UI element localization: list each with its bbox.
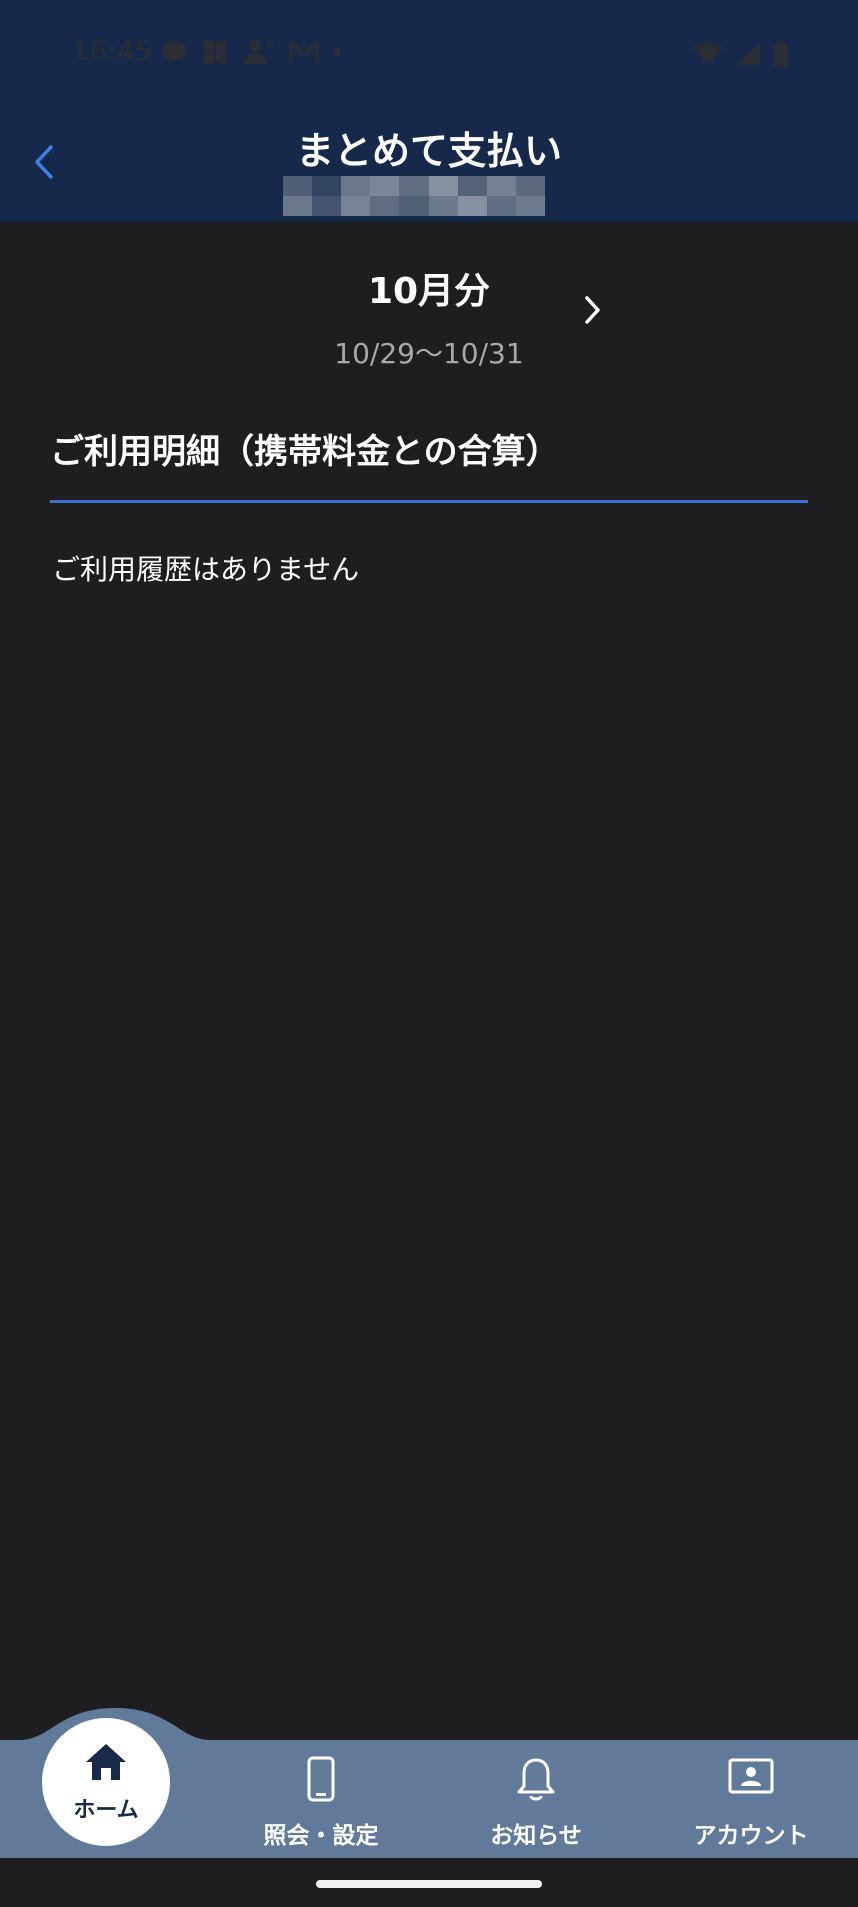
pinwheel-icon (203, 40, 227, 64)
nav-inquiry-settings-label: 照会・設定 (263, 1823, 379, 1849)
system-status-icons (692, 40, 790, 68)
nav-inquiry-settings[interactable]: 照会・設定 (246, 1752, 396, 1852)
smartphone-icon (307, 1756, 335, 1802)
more-dot-icon (333, 48, 341, 56)
nav-account-label: アカウント (693, 1823, 809, 1849)
period-month-title: 10月分 (367, 271, 491, 312)
battery-icon (774, 41, 788, 67)
nav-notifications[interactable]: お知らせ (461, 1752, 611, 1852)
cell-signal-icon (736, 43, 760, 65)
app-header: 16:45 まとめて支払い (0, 0, 858, 222)
usage-details-heading: ご利用明細（携帯料金との合算） (50, 432, 560, 472)
next-period-button[interactable] (572, 290, 612, 330)
nav-notifications-label: お知らせ (490, 1823, 582, 1849)
status-time: 16:45 (72, 36, 153, 67)
home-icon (86, 1744, 126, 1780)
gesture-navigation-bar[interactable] (316, 1880, 542, 1888)
chat-bubble-icon (162, 41, 186, 64)
page-title: まとめて支払い (295, 129, 562, 173)
nav-account[interactable]: アカウント (676, 1752, 826, 1852)
bell-icon (517, 1758, 555, 1801)
mail-m-icon (289, 40, 319, 62)
app-screen: 16:45 まとめて支払い 10月分 10/29〜10/31 ご利用明細（携帯料… (0, 0, 858, 1907)
account-card-icon (728, 1758, 774, 1794)
no-history-message: ご利用履歴はありません (52, 553, 360, 586)
period-date-range: 10/29〜10/31 (334, 337, 524, 370)
status-bar: 16:45 (0, 30, 858, 78)
add-person-icon (244, 40, 274, 64)
notification-icons (160, 38, 342, 66)
section-divider (50, 500, 808, 503)
nav-home-label: ホーム (73, 1798, 139, 1823)
wifi-icon (693, 42, 723, 65)
nav-home-button[interactable]: ホーム (42, 1718, 170, 1846)
chevron-right-icon (585, 296, 600, 324)
masked-account-number (283, 176, 545, 216)
